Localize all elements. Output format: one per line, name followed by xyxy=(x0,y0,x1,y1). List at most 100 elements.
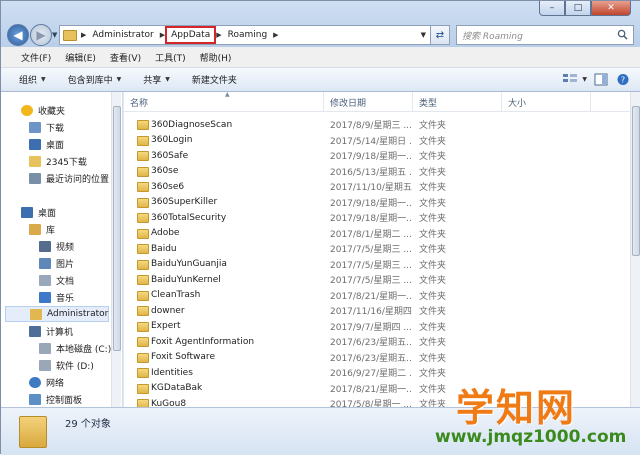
sidebar-item[interactable]: 软件 (D:) xyxy=(1,357,94,373)
file-date: 2017/9/18/星期一... xyxy=(330,198,412,209)
menu-view[interactable]: 查看(V) xyxy=(110,51,141,64)
sidebar-item-label: 文档 xyxy=(56,276,75,287)
menu-help[interactable]: 帮助(H) xyxy=(200,51,232,64)
file-row[interactable]: 360Safe 2017/9/18/星期一... 文件夹 xyxy=(124,148,630,164)
file-row[interactable]: Foxit AgentInformation 2017/6/23/星期五... 文件… xyxy=(124,334,630,350)
file-type: 文件夹 xyxy=(419,307,447,318)
file-row[interactable]: BaiduYunKernel 2017/7/5/星期三 ... 文件夹 xyxy=(124,272,630,288)
file-row[interactable]: Adobe 2017/8/1/星期二 ... 文件夹 xyxy=(124,226,630,242)
file-row[interactable]: 360TotalSecurity 2017/9/18/星期一... 文件夹 xyxy=(124,210,630,226)
folder-icon xyxy=(137,399,149,407)
sidebar-item[interactable]: 控制面板 xyxy=(1,391,82,407)
breadcrumb-roaming[interactable]: Roaming xyxy=(226,30,270,40)
chevron-right-icon[interactable]: ▶ xyxy=(81,31,86,39)
search-input[interactable]: 搜索 Roaming xyxy=(456,25,634,45)
file-name: 360SuperKiller xyxy=(151,197,218,208)
forward-arrow-icon: ▶ xyxy=(36,28,46,42)
file-type: 文件夹 xyxy=(419,245,447,256)
search-icon[interactable] xyxy=(617,29,628,40)
sidebar-item[interactable]: 下载 xyxy=(1,119,64,135)
sidebar-item[interactable]: 音乐 xyxy=(1,289,74,305)
menu-file[interactable]: 文件(F) xyxy=(21,51,51,64)
desktop-icon xyxy=(29,138,41,150)
recent-pages-dropdown[interactable]: ▼ xyxy=(52,31,57,39)
file-row[interactable]: 360se6 2017/11/10/星期五... 文件夹 xyxy=(124,179,630,195)
chevron-right-icon[interactable]: ▶ xyxy=(273,31,278,39)
file-name: CleanTrash xyxy=(151,290,201,301)
sidebar-item-label: 最近访问的位置 xyxy=(46,174,110,185)
sidebar-item[interactable]: Administrator xyxy=(5,306,109,322)
share-label: 共享 xyxy=(143,76,162,86)
sidebar-item[interactable]: 计算机 xyxy=(1,323,73,339)
maximize-button[interactable]: □ xyxy=(565,1,591,16)
breadcrumb-appdata[interactable]: AppData xyxy=(165,26,217,44)
item-count: 29 个对象 xyxy=(65,419,111,430)
chevron-right-icon[interactable]: ▶ xyxy=(216,31,221,39)
help-icon[interactable]: ? xyxy=(615,73,631,86)
sidebar-item[interactable]: 2345下载 xyxy=(1,153,87,169)
sidebar-item[interactable]: 最近访问的位置 xyxy=(1,170,109,186)
sidebar-item[interactable]: 网络 xyxy=(1,374,64,390)
file-row[interactable]: 360se 2016/5/13/星期五 ... 文件夹 xyxy=(124,164,630,180)
breadcrumb-administrator[interactable]: Administrator xyxy=(90,30,155,40)
file-row[interactable]: 360DiagnoseScan 2017/8/9/星期三 ... 文件夹 xyxy=(124,117,630,133)
file-type: 文件夹 xyxy=(419,167,447,178)
file-row[interactable]: downer 2017/11/16/星期四... 文件夹 xyxy=(124,303,630,319)
include-in-library-button[interactable]: 包含到库中 ▼ xyxy=(68,73,122,86)
sidebar-item[interactable]: 文档 xyxy=(1,272,74,288)
file-row[interactable]: CleanTrash 2017/8/21/星期一... 文件夹 xyxy=(124,288,630,304)
file-name: KuGou8 xyxy=(151,398,187,407)
file-row[interactable]: Foxit Software 2017/6/23/星期五... 文件夹 xyxy=(124,350,630,366)
library-icon xyxy=(29,223,41,235)
nav-scroll-thumb[interactable] xyxy=(113,106,121,351)
file-row[interactable]: Baidu 2017/7/5/星期三 ... 文件夹 xyxy=(124,241,630,257)
close-button[interactable]: ✕ xyxy=(591,1,631,16)
sidebar-item[interactable]: 桌面 xyxy=(1,136,64,152)
sidebar-item[interactable]: 库 xyxy=(1,221,55,237)
file-row[interactable]: BaiduYunGuanjia 2017/7/5/星期三 ... 文件夹 xyxy=(124,257,630,273)
file-date: 2017/9/18/星期一... xyxy=(330,152,412,163)
share-button[interactable]: 共享 ▼ xyxy=(143,73,170,86)
nav-scrollbar[interactable] xyxy=(111,92,121,407)
file-name: Foxit AgentInformation xyxy=(151,336,255,347)
menu-tools[interactable]: 工具(T) xyxy=(155,51,186,64)
view-dropdown-icon[interactable]: ▼ xyxy=(582,76,587,83)
minimize-button[interactable]: – xyxy=(539,1,565,16)
column-header-name[interactable]: ▲ 名称 xyxy=(124,92,324,112)
file-type: 文件夹 xyxy=(419,121,447,132)
menu-edit[interactable]: 编辑(E) xyxy=(65,51,96,64)
file-list-scrollbar[interactable] xyxy=(630,92,640,407)
organize-button[interactable]: 组织 ▼ xyxy=(19,73,46,86)
preview-pane-icon[interactable] xyxy=(593,73,609,86)
new-folder-button[interactable]: 新建文件夹 xyxy=(192,73,237,86)
drive-icon xyxy=(39,342,51,354)
forward-button[interactable]: ▶ xyxy=(30,24,52,46)
folder-icon xyxy=(137,368,149,378)
back-arrow-icon: ◀ xyxy=(13,28,23,42)
chevron-right-icon[interactable]: ▶ xyxy=(160,31,165,39)
column-header-type[interactable]: 类型 xyxy=(413,92,502,112)
sidebar-item[interactable]: 图片 xyxy=(1,255,74,271)
back-button[interactable]: ◀ xyxy=(7,24,29,46)
sidebar-item[interactable]: 本地磁盘 (C:) xyxy=(1,340,111,356)
sidebar-item[interactable]: 桌面 xyxy=(1,204,56,220)
sidebar-item[interactable]: 视频 xyxy=(1,238,74,254)
include-in-library-label: 包含到库中 xyxy=(67,76,113,86)
refresh-button[interactable]: ⇄ xyxy=(430,25,450,45)
view-options-icon[interactable] xyxy=(562,73,578,86)
file-date: 2017/8/1/星期二 ... xyxy=(330,229,412,240)
folder-icon xyxy=(137,290,149,301)
sidebar-item[interactable]: 收藏夹 xyxy=(1,102,65,118)
file-row[interactable]: 360Login 2017/5/14/星期日 ... 文件夹 xyxy=(124,133,630,149)
recent-places-icon xyxy=(29,172,41,184)
column-header-size[interactable]: 大小 xyxy=(502,92,591,112)
file-scroll-thumb[interactable] xyxy=(632,106,640,256)
file-row[interactable]: Expert 2017/9/7/星期四 ... 文件夹 xyxy=(124,319,630,335)
file-row[interactable]: 360SuperKiller 2017/9/18/星期一... 文件夹 xyxy=(124,195,630,211)
sidebar-item-label: 网络 xyxy=(46,378,65,389)
address-bar[interactable]: ▶ Administrator ▶ AppData ▶ Roaming ▶ ▼ xyxy=(59,25,431,45)
address-dropdown-icon[interactable]: ▼ xyxy=(421,31,426,39)
picture-library-icon xyxy=(39,257,51,269)
column-header-date[interactable]: 修改日期 xyxy=(324,92,413,112)
file-type: 文件夹 xyxy=(419,229,447,240)
